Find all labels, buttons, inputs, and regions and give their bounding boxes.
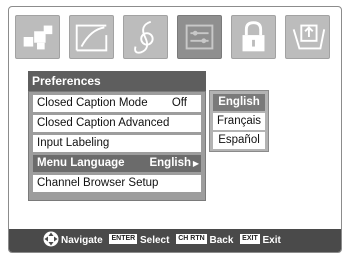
- navigate-hint: Navigate: [43, 229, 103, 252]
- menu-item-value: Off: [171, 97, 187, 109]
- tab-music[interactable]: [123, 15, 168, 59]
- dpad-icon: [43, 231, 59, 247]
- menu-item-label: Channel Browser Setup: [37, 177, 159, 189]
- picture-icon: [23, 25, 53, 50]
- chevron-right-icon: ▶: [192, 159, 199, 168]
- select-label: Select: [139, 235, 170, 246]
- tv-menu-screen: Preferences Closed Caption Mode Off Clos…: [8, 6, 342, 253]
- menu-item-value: English: [149, 157, 191, 169]
- select-hint: ENTER Select: [109, 229, 169, 252]
- menu-item-channel-browser-setup[interactable]: Channel Browser Setup: [33, 175, 201, 192]
- menu-item-closed-caption-advanced[interactable]: Closed Caption Advanced: [33, 115, 201, 132]
- exit-label: Exit: [262, 235, 281, 246]
- back-hint: CH RTN Back: [176, 229, 233, 252]
- exit-key-icon: EXIT: [240, 234, 260, 245]
- menu-item-closed-caption-mode[interactable]: Closed Caption Mode Off: [33, 95, 201, 112]
- menu-item-label: Closed Caption Advanced: [37, 117, 170, 129]
- tab-setup[interactable]: [285, 15, 330, 59]
- ch-rtn-key-icon: CH RTN: [176, 234, 207, 245]
- language-option-francais[interactable]: Français: [213, 113, 265, 130]
- menu-tab-bar: [15, 15, 335, 65]
- navigate-label: Navigate: [61, 235, 103, 246]
- music-icon: [134, 20, 154, 54]
- menu-item-label: Closed Caption Mode: [37, 97, 148, 109]
- audio-icon: [75, 24, 108, 52]
- tab-lock[interactable]: [231, 15, 276, 59]
- back-label: Back: [209, 235, 234, 246]
- setup-icon: [292, 24, 326, 50]
- lock-icon: [242, 21, 265, 52]
- preferences-icon: [185, 24, 214, 50]
- menu-item-label: Menu Language: [37, 157, 125, 169]
- tab-preferences[interactable]: [177, 15, 222, 59]
- footer-help-bar: Navigate ENTER Select CH RTN Back EXIT E…: [9, 229, 341, 252]
- tab-audio[interactable]: [69, 15, 114, 59]
- menu-item-input-labeling[interactable]: Input Labeling: [33, 135, 201, 152]
- exit-hint: EXIT Exit: [240, 229, 281, 252]
- language-option-espanol[interactable]: Español: [213, 132, 265, 149]
- language-option-english[interactable]: English: [213, 94, 265, 111]
- menu-item-label: Input Labeling: [37, 137, 110, 149]
- menu-item-menu-language[interactable]: Menu Language English ▶: [33, 155, 201, 172]
- preferences-menu: Closed Caption Mode Off Closed Caption A…: [28, 91, 206, 201]
- enter-key-icon: ENTER: [109, 234, 138, 245]
- language-options-popup: English Français Español: [209, 90, 269, 152]
- panel-title: Preferences: [28, 71, 206, 91]
- tab-picture[interactable]: [15, 15, 60, 59]
